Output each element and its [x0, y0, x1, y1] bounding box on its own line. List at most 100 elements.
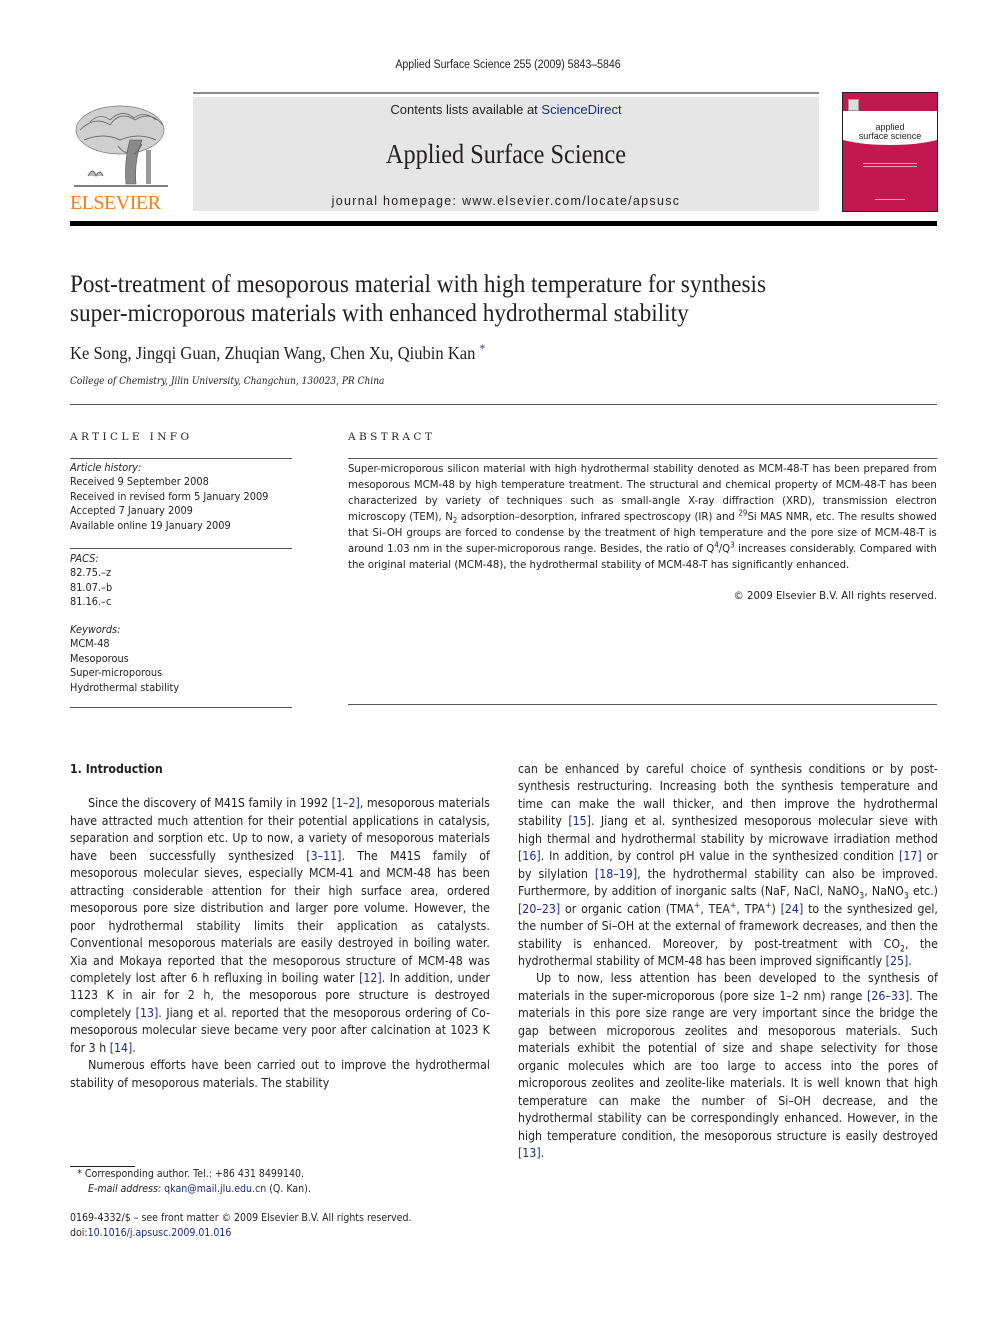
copyright-text: © 2009 Elsevier B.V. All rights reserved…: [733, 589, 937, 602]
pacs-label: PACS:: [70, 553, 99, 565]
sciencedirect-link[interactable]: ScienceDirect: [541, 102, 621, 117]
divider: [348, 704, 937, 705]
elsevier-wordmark[interactable]: ELSEVIER: [70, 192, 172, 215]
corresponding-author-mark[interactable]: *: [480, 341, 486, 355]
journal-homepage-link[interactable]: journal homepage: www.elsevier.com/locat…: [193, 194, 819, 208]
pacs-item: 82.75.–z: [70, 567, 112, 580]
doi-link[interactable]: 10.1016/j.apsusc.2009.01.016: [88, 1227, 232, 1239]
abstract-text: Super-microporous silicon material with …: [348, 461, 937, 573]
affiliation: College of Chemistry, Jilin University, …: [70, 375, 385, 387]
paragraph: Since the discovery of M41S family in 19…: [70, 795, 490, 1057]
abstract-segment: adsorption–desorption, infrared spectros…: [457, 510, 739, 523]
paragraph: can be enhanced by careful choice of syn…: [518, 761, 938, 970]
text-segment: .: [908, 953, 912, 968]
journal-name: Applied Surface Science: [385, 139, 627, 169]
masthead-bottom-rule: [70, 221, 937, 226]
article-history-label: Article history:: [70, 462, 142, 474]
citation-link[interactable]: [15]: [568, 814, 591, 828]
citation-link[interactable]: [24]: [781, 902, 804, 916]
pacs-item: 81.07.–b: [70, 581, 113, 594]
keyword-item: MCM-48: [70, 638, 110, 651]
footnotes: * Corresponding author. Tel.: +86 431 84…: [70, 1167, 510, 1196]
citation-link[interactable]: [3–11]: [306, 849, 341, 863]
article-title-line2: super-microporous materials with enhance…: [70, 300, 689, 327]
cover-publisher-icon: [848, 99, 859, 111]
corresponding-author-note: * Corresponding author. Tel.: +86 431 84…: [70, 1167, 466, 1182]
keyword-item: Super-microporous: [70, 667, 163, 680]
author-list: Ke Song, Jingqi Guan, Zhuqian Wang, Chen…: [70, 341, 486, 364]
text-segment: ): [771, 901, 781, 916]
citation-link[interactable]: [20–23]: [518, 902, 560, 916]
citation-link[interactable]: [17]: [899, 849, 922, 863]
contents-prefix: Contents lists available at: [390, 102, 542, 117]
cover-title-line2: surface science: [858, 131, 922, 141]
corresponding-author-text: Corresponding author. Tel.: +86 431 8499…: [84, 1168, 304, 1180]
text-segment: . In addition, by control pH value in th…: [540, 849, 900, 864]
citation-link[interactable]: [25]: [886, 954, 909, 968]
citation-link[interactable]: [12]: [359, 971, 382, 985]
paragraph: Up to now, less attention has been devel…: [518, 970, 938, 1162]
email-link[interactable]: qkan@mail.jlu.edu.cn: [164, 1183, 266, 1195]
abstract-copyright: © 2009 Elsevier B.V. All rights reserved…: [348, 589, 937, 602]
pacs-item: 81.16.–c: [70, 596, 112, 609]
citation-link[interactable]: [18–19]: [595, 867, 637, 881]
authors-text: Ke Song, Jingqi Guan, Zhuqian Wang, Chen…: [70, 343, 476, 363]
running-head: Applied Surface Science 255 (2009) 5843–…: [395, 59, 621, 71]
citation-link[interactable]: [26–33]: [867, 989, 909, 1003]
keyword-item: Mesoporous: [70, 652, 129, 665]
text-segment: .: [540, 1145, 545, 1160]
article-title-line1: Post-treatment of mesoporous material wi…: [70, 271, 767, 298]
email-suffix: (Q. Kan).: [266, 1182, 311, 1195]
title-divider: [70, 404, 937, 405]
article-history: Article history: Received 9 September 20…: [70, 461, 284, 533]
history-item: Received 9 September 2008: [70, 476, 209, 489]
text-segment: , TPA: [736, 901, 765, 916]
body-left-column: 1. Introduction Since the discovery of M…: [70, 761, 490, 1092]
history-item: Received in revised form 5 January 2009: [70, 490, 269, 503]
contents-availability: Contents lists available at ScienceDirec…: [193, 102, 819, 117]
paragraph: Numerous efforts have been carried out t…: [70, 1058, 490, 1090]
divider: [70, 458, 292, 459]
keywords-label: Keywords:: [70, 624, 121, 636]
citation-link[interactable]: [14]: [110, 1041, 133, 1055]
history-item: Available online 19 January 2009: [70, 519, 231, 532]
section-heading-introduction: 1. Introduction: [70, 762, 163, 776]
superscript: 29: [738, 508, 748, 518]
keywords: Keywords: MCM-48 Mesoporous Super-microp…: [70, 623, 284, 695]
citation-link[interactable]: [13]: [136, 1006, 159, 1020]
text-segment: .: [132, 1040, 136, 1055]
text-segment: , TEA: [700, 901, 730, 916]
footnote-mark: *: [77, 1168, 82, 1180]
front-matter: 0169-4332/$ – see front matter © 2009 El…: [70, 1211, 510, 1241]
text-segment: . The materials in this pore size range …: [518, 988, 938, 1143]
article-info-heading: ARTICLE INFO: [70, 431, 193, 443]
body-right-column: can be enhanced by careful choice of syn…: [518, 761, 938, 1162]
cover-title: applied surface science: [843, 123, 937, 141]
journal-cover-thumbnail[interactable]: applied surface science: [842, 92, 938, 212]
text-segment: or organic cation (TMA: [560, 901, 694, 916]
citation-link[interactable]: [1–2]: [332, 796, 360, 810]
citation-link[interactable]: [13]: [518, 1146, 541, 1160]
text-segment: etc.): [908, 884, 938, 899]
abstract-segment: /Q: [718, 542, 731, 555]
abstract-heading: ABSTRACT: [348, 431, 436, 443]
history-item: Accepted 7 January 2009: [70, 505, 193, 518]
issn-copyright: 0169-4332/$ – see front matter © 2009 El…: [70, 1212, 412, 1224]
email-label: E-mail address:: [88, 1182, 162, 1195]
cover-subtitle-line: [863, 163, 917, 164]
text-segment: , NaNO: [864, 884, 904, 899]
divider: [70, 548, 292, 549]
keyword-item: Hydrothermal stability: [70, 681, 180, 694]
text-segment: . The M41S family of mesoporous molecula…: [70, 848, 490, 985]
cover-subtitle-line: [863, 166, 917, 167]
doi-prefix: doi:: [70, 1227, 88, 1239]
divider: [348, 458, 937, 459]
article-title: Post-treatment of mesoporous material wi…: [70, 270, 888, 328]
cover-publisher-line: [875, 199, 905, 200]
masthead-top-rule: [193, 92, 819, 94]
doi-line: doi:10.1016/j.apsusc.2009.01.016: [70, 1226, 466, 1241]
divider: [70, 707, 292, 708]
email-note: E-mail address: qkan@mail.jlu.edu.cn (Q.…: [70, 1182, 466, 1197]
citation-link[interactable]: [16]: [518, 849, 541, 863]
text-segment: Since the discovery of M41S family in 19…: [88, 796, 332, 811]
